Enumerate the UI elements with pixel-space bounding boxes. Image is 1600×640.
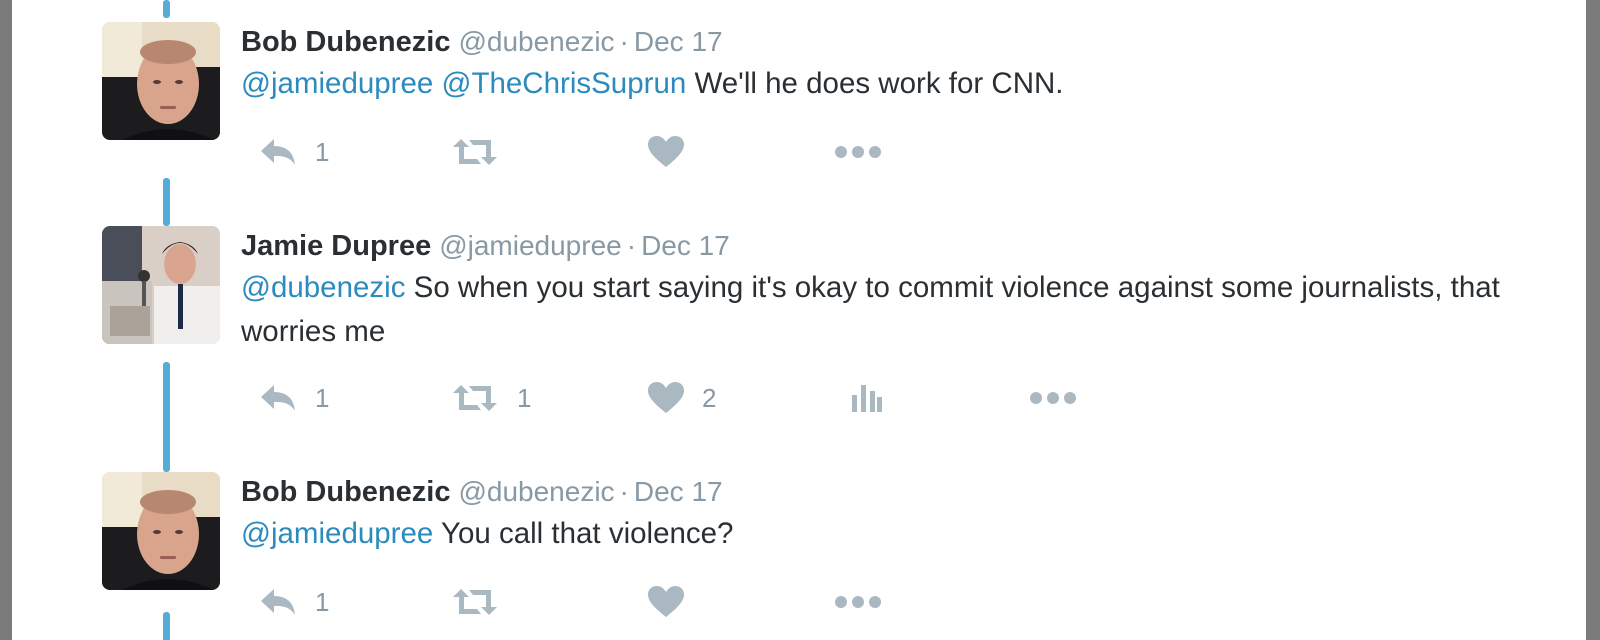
- thread-line: [163, 0, 170, 18]
- tweet-body: You call that violence?: [440, 517, 734, 550]
- like-icon: [648, 382, 684, 413]
- mention-link[interactable]: @jamiedupree: [241, 67, 433, 100]
- user-handle[interactable]: @jamiedupree: [439, 230, 622, 261]
- retweet-button[interactable]: 1: [451, 378, 531, 418]
- retweet-icon: [453, 589, 497, 615]
- retweet-button[interactable]: [451, 132, 499, 172]
- mention-link[interactable]: @dubenezic: [241, 271, 405, 304]
- like-button[interactable]: 2: [648, 378, 716, 418]
- more-button[interactable]: [834, 582, 882, 622]
- tweet-text: @jamiedupree You call that violence?: [241, 512, 1501, 556]
- retweet-button[interactable]: [451, 582, 499, 622]
- tweet-body: We'll he does work for CNN.: [694, 67, 1064, 100]
- avatar-photo: [102, 226, 220, 344]
- reply-button[interactable]: 1: [259, 582, 329, 622]
- tweet-header: Bob Dubenezic @dubenezic · Dec 17: [241, 22, 723, 62]
- tweet[interactable]: Jamie Dupree @jamiedupree · Dec 17 @dubenez…: [12, 226, 1586, 426]
- more-icon: [835, 596, 881, 608]
- tweet[interactable]: Bob Dubenezic @dubenezic · Dec 17 @jamiedup…: [12, 22, 1586, 172]
- conversation-panel: Bob Dubenezic @dubenezic · Dec 17 @jamiedup…: [12, 0, 1586, 640]
- user-handle[interactable]: @dubenezic: [458, 476, 614, 507]
- tweet-date[interactable]: Dec 17: [634, 476, 723, 507]
- like-button[interactable]: [648, 582, 684, 622]
- display-name[interactable]: Bob Dubenezic: [241, 26, 450, 58]
- analytics-icon: [852, 385, 882, 412]
- reply-button[interactable]: 1: [259, 378, 329, 418]
- like-icon: [648, 136, 684, 167]
- retweet-count: 1: [517, 382, 532, 413]
- avatar[interactable]: [102, 226, 220, 344]
- tweet[interactable]: Bob Dubenezic @dubenezic · Dec 17 @jamiedup…: [12, 472, 1586, 640]
- reply-button[interactable]: 1: [259, 132, 329, 172]
- analytics-button[interactable]: [852, 378, 882, 418]
- more-icon: [835, 146, 881, 158]
- avatar[interactable]: [102, 22, 220, 140]
- tweet-body: So when you start saying it's okay to co…: [241, 271, 1500, 348]
- tweet-date[interactable]: Dec 17: [634, 26, 723, 57]
- like-icon: [648, 586, 684, 617]
- more-icon: [1030, 392, 1076, 404]
- reply-icon: [261, 589, 295, 615]
- tweet-header: Bob Dubenezic @dubenezic · Dec 17: [241, 472, 723, 512]
- retweet-icon: [453, 385, 497, 411]
- avatar-photo: [102, 22, 220, 140]
- display-name[interactable]: Bob Dubenezic: [241, 476, 450, 508]
- tweet-text: @jamiedupree @TheChrisSuprun We'll he do…: [241, 62, 1501, 106]
- separator-dot: ·: [619, 476, 629, 507]
- separator-dot: ·: [619, 26, 629, 57]
- reply-count: 1: [315, 382, 330, 413]
- retweet-icon: [453, 139, 497, 165]
- like-count: 2: [702, 382, 717, 413]
- tweet-date[interactable]: Dec 17: [641, 230, 730, 261]
- avatar[interactable]: [102, 472, 220, 590]
- mention-link[interactable]: @TheChrisSuprun: [442, 67, 687, 100]
- like-button[interactable]: [648, 132, 684, 172]
- thread-line: [163, 178, 170, 226]
- avatar-photo: [102, 472, 220, 590]
- reply-icon: [261, 385, 295, 411]
- tweet-header: Jamie Dupree @jamiedupree · Dec 17: [241, 226, 730, 266]
- display-name[interactable]: Jamie Dupree: [241, 230, 431, 262]
- user-handle[interactable]: @dubenezic: [458, 26, 614, 57]
- reply-count: 1: [315, 136, 330, 167]
- tweet-text: @dubenezic So when you start saying it's…: [241, 266, 1501, 354]
- more-button[interactable]: [834, 132, 882, 172]
- separator-dot: ·: [626, 230, 637, 261]
- more-button[interactable]: [1029, 378, 1077, 418]
- mention-link[interactable]: @jamiedupree: [241, 517, 433, 550]
- reply-count: 1: [315, 586, 330, 617]
- reply-icon: [261, 139, 295, 165]
